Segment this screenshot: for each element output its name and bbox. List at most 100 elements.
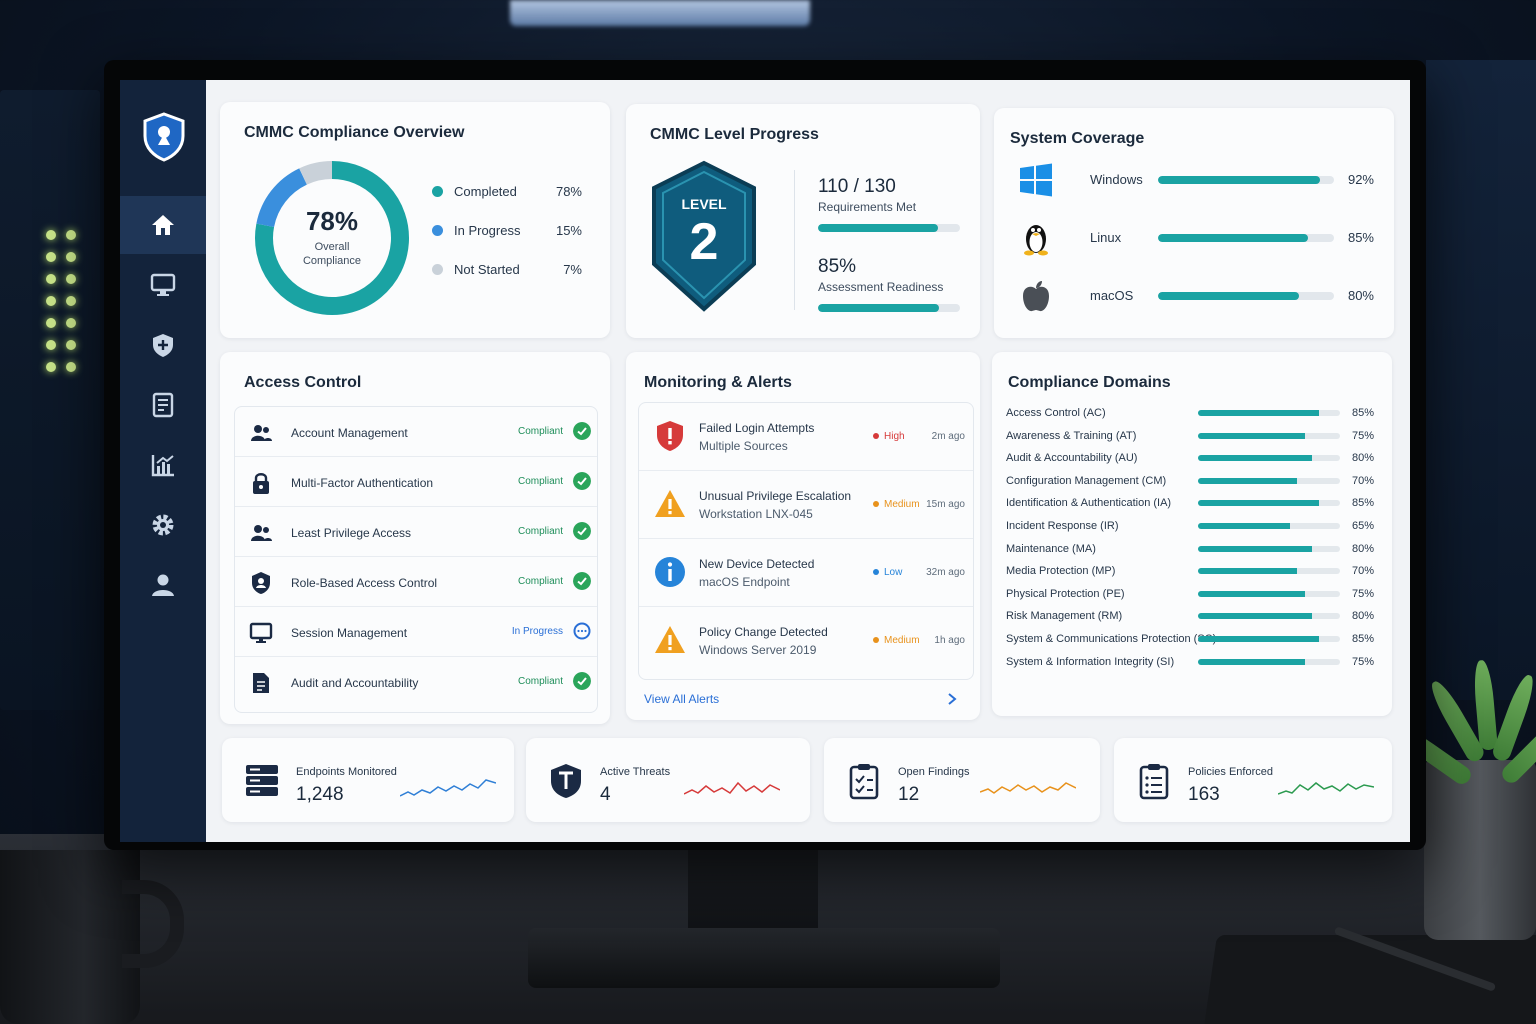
domain-row[interactable]: Audit & Accountability (AU) 80% <box>1006 449 1378 469</box>
coverage-bar <box>1158 234 1334 242</box>
alert-item[interactable]: Policy Change Detected Windows Server 20… <box>639 607 973 675</box>
sparkline <box>400 779 496 797</box>
domain-progress-bar <box>1198 523 1340 529</box>
readiness-label: Assessment Readiness <box>818 280 944 294</box>
domain-row[interactable]: Awareness & Training (AT) 75% <box>1006 427 1378 447</box>
status-text: In Progress <box>511 626 563 637</box>
domain-pct: 75% <box>1351 587 1374 600</box>
alert-item[interactable]: New Device Detected macOS Endpoint Low 3… <box>639 539 973 607</box>
domain-name: Identification & Authentication (IA) <box>1006 497 1172 510</box>
nav-endpoints[interactable] <box>120 256 206 314</box>
domain-pct: 80% <box>1351 452 1374 465</box>
legend-dot <box>432 186 443 197</box>
access-control-card: Access Control Account Management Compli… <box>220 352 610 724</box>
legend-not-started: Not Started 7% <box>432 262 582 277</box>
users-icon <box>251 525 272 541</box>
card-title: CMMC Compliance Overview <box>244 124 465 141</box>
list-item[interactable]: Account Management Compliant <box>235 407 597 457</box>
domain-row[interactable]: Risk Management (RM) 80% <box>1006 607 1378 627</box>
readiness-value: 85% <box>818 256 857 277</box>
domain-row[interactable]: Physical Protection (PE) 75% <box>1006 585 1378 605</box>
view-all-alerts-link[interactable]: View All Alerts <box>644 692 719 706</box>
compliance-domains-card: Compliance Domains Access Control (AC) 85… <box>992 352 1392 716</box>
alert-item[interactable]: Failed Login Attempts Multiple Sources H… <box>639 403 973 471</box>
domain-name: Physical Protection (PE) <box>1006 587 1125 600</box>
nav-reports[interactable] <box>120 376 206 434</box>
kpi-label: Active Threats <box>600 766 671 778</box>
monitor-base <box>528 928 1000 988</box>
alert-subtitle: macOS Endpoint <box>699 575 790 589</box>
kpi-policies-enforced[interactable]: Policies Enforced 163 <box>1114 738 1392 822</box>
severity-badge: High <box>873 431 905 442</box>
domain-row[interactable]: Media Protection (MP) 70% <box>1006 562 1378 582</box>
alert-time: 2m ago <box>931 431 965 442</box>
coverage-bar <box>1158 176 1334 184</box>
list-item[interactable]: Session Management In Progress <box>235 607 597 657</box>
domain-progress-bar <box>1198 410 1340 416</box>
domain-row[interactable]: Maintenance (MA) 80% <box>1006 540 1378 560</box>
item-name: Multi-Factor Authentication <box>291 476 434 490</box>
server-icon <box>246 765 278 796</box>
nav-home[interactable] <box>120 196 206 254</box>
alert-subtitle: Multiple Sources <box>699 439 788 453</box>
domain-pct: 80% <box>1351 610 1374 623</box>
domain-row[interactable]: System & Information Integrity (SI) 75% <box>1006 653 1378 673</box>
shield-alert-icon <box>657 421 683 451</box>
warning-icon <box>655 490 685 517</box>
item-name: Session Management <box>291 626 408 640</box>
item-name: Role-Based Access Control <box>291 576 438 590</box>
domain-name: Risk Management (RM) <box>1006 610 1123 623</box>
nav-settings[interactable] <box>120 496 206 554</box>
status-text: Compliant <box>517 676 563 687</box>
legend-label: In Progress <box>454 223 521 238</box>
clipboard-list-icon <box>1139 764 1169 800</box>
kpi-endpoints[interactable]: Endpoints Monitored 1,248 <box>222 738 514 822</box>
domain-progress-bar <box>1198 658 1340 665</box>
requirements-value: 110 / 130 <box>818 176 896 197</box>
nav-profile[interactable] <box>120 556 206 614</box>
severity-badge: Medium <box>873 635 920 646</box>
coffee-mug <box>0 850 140 1024</box>
domain-name: System & Information Integrity (SI) <box>1006 655 1175 668</box>
progress-fill <box>1198 590 1305 597</box>
domain-name: Audit & Accountability (AU) <box>1006 452 1138 465</box>
domain-progress-bar <box>1198 545 1340 552</box>
monitor-icon <box>249 622 273 643</box>
domain-row[interactable]: Access Control (AC) 85% <box>1006 404 1378 424</box>
access-control-list: Account Management Compliant Multi-Facto… <box>234 406 598 713</box>
list-item[interactable]: Multi-Factor Authentication Compliant <box>235 457 597 507</box>
legend-in-progress: In Progress 15% <box>432 223 582 238</box>
legend-pct: 7% <box>563 262 582 277</box>
nav-analytics[interactable] <box>120 436 206 494</box>
nav-security[interactable] <box>120 316 206 374</box>
kpi-value: 12 <box>898 784 920 805</box>
alert-title: Failed Login Attempts <box>699 421 815 435</box>
lock-icon <box>253 473 269 494</box>
legend-label: Completed <box>454 184 517 199</box>
domain-row[interactable]: Incident Response (IR) 65% <box>1006 517 1378 537</box>
chevron-right-icon[interactable] <box>946 692 958 706</box>
coverage-row-windows: Windows 92% <box>1018 160 1374 200</box>
shield-user-icon <box>252 572 270 594</box>
compliance-overview-card: CMMC Compliance Overview 78% Overall Com… <box>220 102 610 338</box>
progress-fill <box>1158 292 1299 300</box>
alert-subtitle: Workstation LNX-045 <box>699 507 813 521</box>
list-item[interactable]: Least Privilege Access Compliant <box>235 507 597 557</box>
domain-row[interactable]: System & Communications Protection (SC) 8… <box>1006 630 1378 650</box>
donut-value: 78% <box>305 206 359 236</box>
kpi-label: Policies Enforced <box>1188 766 1273 778</box>
progress-fill <box>1158 176 1320 184</box>
kpi-active-threats[interactable]: Active Threats 4 <box>526 738 810 822</box>
list-item[interactable]: Audit and Accountability Compliant <box>235 657 597 707</box>
alert-item[interactable]: Unusual Privilege Escalation Workstation… <box>639 471 973 539</box>
domain-row[interactable]: Identification & Authentication (IA) 85% <box>1006 494 1378 514</box>
item-name: Audit and Accountability <box>291 676 419 690</box>
sparkline <box>980 782 1076 794</box>
check-circle-icon <box>573 472 591 490</box>
list-item[interactable]: Role-Based Access Control Compliant <box>235 557 597 607</box>
domain-row[interactable]: Configuration Management (CM) 70% <box>1006 472 1378 492</box>
kpi-value: 163 <box>1188 784 1220 805</box>
domain-name: System & Communications Protection (SC) <box>1006 633 1217 645</box>
kpi-open-findings[interactable]: Open Findings 12 <box>824 738 1100 822</box>
check-circle-icon <box>573 522 591 540</box>
